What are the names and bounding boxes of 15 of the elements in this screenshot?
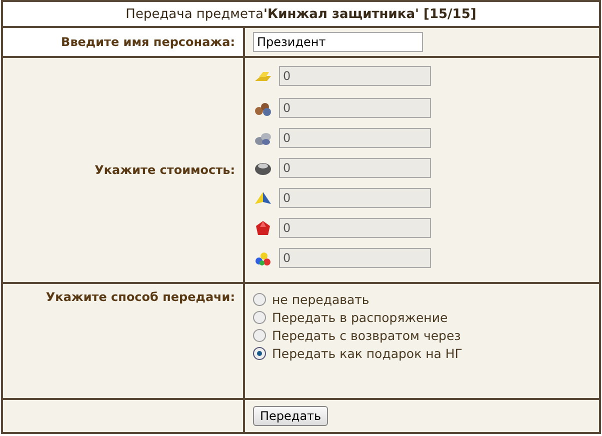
option-label[interactable]: Передать с возвратом через [272,328,461,342]
radio-button[interactable] [253,292,266,306]
radio-button[interactable] [253,346,266,360]
radio-button[interactable] [253,328,266,342]
dialog-title: Передача предмета'Кинжал защитника' [15/15] [126,6,476,22]
field-label: Укажите способ передачи: [46,290,235,304]
transfer-button[interactable]: Передать [253,406,328,426]
field-label: Укажите стоимость: [94,163,235,177]
option-label[interactable]: не передавать [272,292,370,306]
field-label: Введите имя персонажа: [61,35,235,49]
option-label[interactable]: Передать в распоряжение [272,310,448,324]
name-field[interactable]: Президент [253,32,423,52]
option-label[interactable]: Передать как подарок на НГ [272,346,462,360]
crystal-icon [253,218,273,238]
radio-button[interactable] [253,310,266,324]
